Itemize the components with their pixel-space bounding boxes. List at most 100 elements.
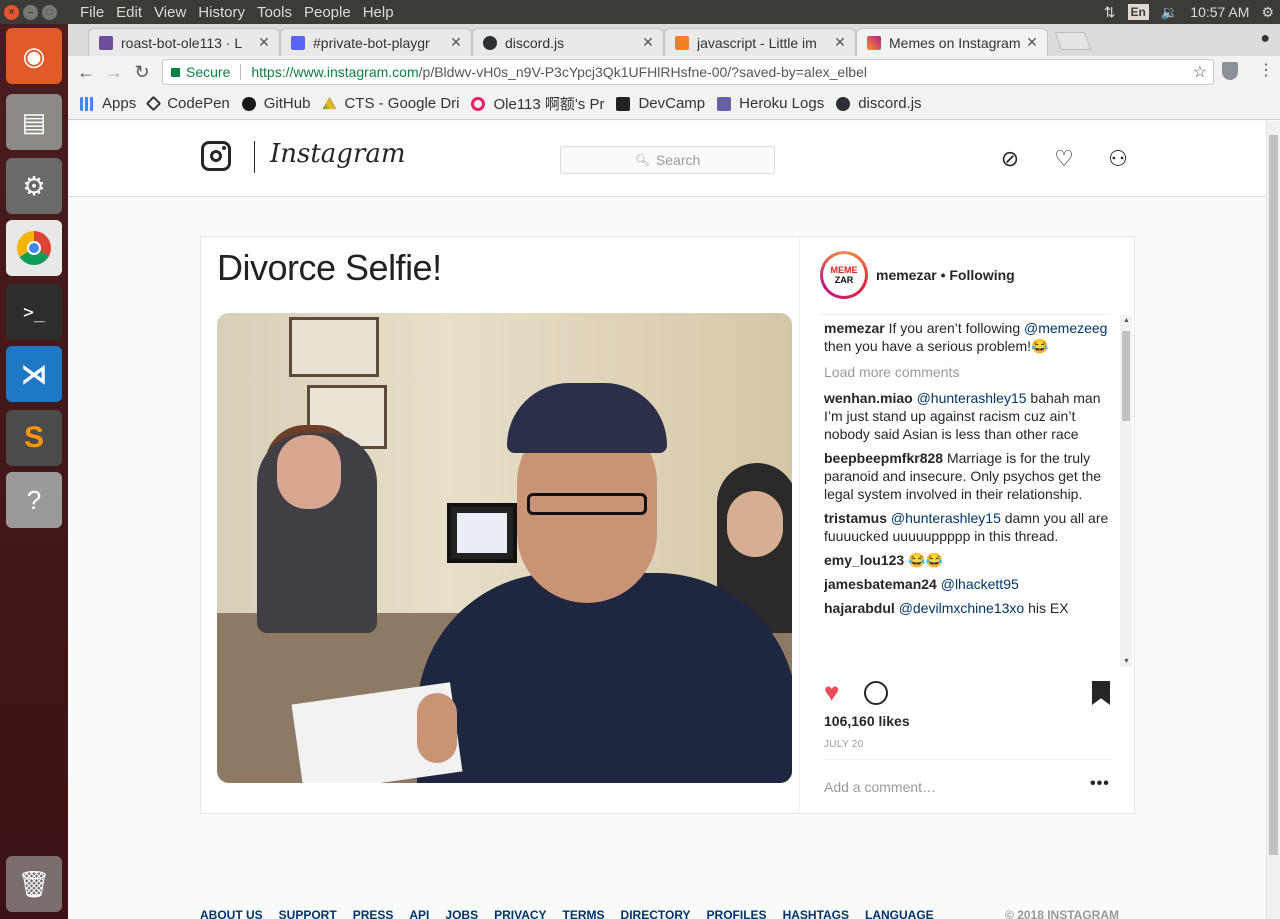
comment-mention[interactable]: @hunterashley15 — [917, 390, 1027, 406]
menu-history[interactable]: History — [192, 4, 251, 21]
clock[interactable]: 10:57 AM — [1190, 4, 1249, 20]
instagram-wordmark[interactable]: Instagram — [270, 139, 406, 169]
bookmark-codepen[interactable]: CodePen — [145, 95, 230, 112]
close-icon[interactable]: ✕ — [641, 34, 655, 51]
close-icon[interactable]: ✕ — [833, 34, 847, 51]
footer-link[interactable]: DIRECTORY — [621, 908, 691, 919]
footer-link[interactable]: JOBS — [445, 908, 478, 919]
scroll-up-arrow-icon[interactable]: ▲ — [1123, 317, 1130, 324]
heart-icon[interactable]: ♡ — [1052, 146, 1076, 171]
like-heart-icon[interactable]: ♥ — [824, 679, 839, 705]
tab-strip: roast-bot-ole113 · L ✕ #private-bot-play… — [68, 24, 1280, 56]
comment-username[interactable]: hajarabdul — [824, 600, 895, 616]
page-scrollbar[interactable] — [1266, 121, 1280, 919]
new-tab-button[interactable] — [1054, 32, 1092, 50]
comment-username[interactable]: tristamus — [824, 510, 887, 526]
bookmark-apps[interactable]: Apps — [80, 95, 136, 112]
terminal-icon[interactable]: >_ — [6, 284, 62, 340]
more-options-icon[interactable]: ••• — [1090, 775, 1110, 793]
bookmark-github[interactable]: GitHub — [241, 95, 310, 112]
load-more-comments-button[interactable]: Load more comments — [824, 363, 1114, 381]
bookmark-heroku-logs[interactable]: Heroku Logs — [717, 95, 824, 112]
comment-mention[interactable]: @devilmxchine13xo — [899, 600, 1025, 616]
sublime-text-icon[interactable]: S — [6, 410, 62, 466]
system-settings-icon[interactable]: ⚙ — [6, 158, 62, 214]
instagram-camera-icon[interactable] — [201, 141, 231, 171]
search-input[interactable]: 🔍︎ Search — [560, 146, 775, 174]
bookmark-google-drive[interactable]: CTS - Google Dri — [322, 95, 459, 112]
footer-link[interactable]: API — [409, 908, 429, 919]
address-bar[interactable]: Secure https://www.instagram.com/p/Bldwv… — [162, 59, 1214, 85]
explore-compass-icon[interactable]: ⊘ — [998, 146, 1022, 171]
comment-username[interactable]: wenhan.miao — [824, 390, 913, 406]
likes-count[interactable]: 106,160 likes — [824, 713, 910, 729]
trash-icon[interactable]: 🗑 — [6, 856, 62, 912]
add-comment-input[interactable]: Add a comment… — [824, 779, 936, 795]
menu-view[interactable]: View — [148, 4, 192, 21]
tab-private-bot-playground[interactable]: #private-bot-playgr ✕ — [280, 28, 472, 56]
footer-link[interactable]: SUPPORT — [279, 908, 337, 919]
comments-scrollbar[interactable]: ▲ ▼ — [1120, 315, 1132, 667]
reload-icon[interactable]: ↻ — [128, 62, 156, 83]
network-icon[interactable]: ⇅ — [1104, 4, 1116, 21]
bookmark-devcamp[interactable]: DevCamp — [616, 95, 705, 112]
comment-mention[interactable]: @lhackett95 — [941, 576, 1019, 592]
tab-stackoverflow[interactable]: javascript - Little im ✕ — [664, 28, 856, 56]
menu-help[interactable]: Help — [357, 4, 400, 21]
bookmark-star-icon[interactable]: ☆ — [1193, 62, 1207, 82]
caption-mention[interactable]: @memezeeg — [1024, 320, 1107, 336]
footer-link[interactable]: PRESS — [353, 908, 394, 919]
comment-username[interactable]: emy_lou123 — [824, 552, 904, 568]
save-bookmark-icon[interactable] — [1092, 681, 1110, 705]
tab-roast-bot[interactable]: roast-bot-ole113 · L ✕ — [88, 28, 280, 56]
vscode-icon[interactable]: ⋊ — [6, 346, 62, 402]
forward-arrow-icon[interactable]: → — [100, 62, 128, 83]
keyboard-layout-indicator[interactable]: En — [1127, 4, 1149, 20]
footer-link[interactable]: TERMS — [563, 908, 605, 919]
chrome-icon[interactable] — [6, 220, 62, 276]
footer-link[interactable]: LANGUAGE — [865, 908, 934, 919]
window-close-button[interactable]: × — [4, 4, 19, 20]
close-icon[interactable]: ✕ — [257, 34, 271, 51]
unknown-app-icon[interactable]: ? — [6, 472, 62, 528]
comment-username[interactable]: beepbeepmfkr828 — [824, 450, 943, 466]
menu-people[interactable]: People — [298, 4, 357, 21]
ubuntu-dash-icon[interactable]: ◉ — [6, 28, 62, 84]
profile-icon[interactable]: ● — [1260, 30, 1270, 48]
scrollbar-thumb[interactable] — [1122, 331, 1130, 421]
menu-edit[interactable]: Edit — [110, 4, 148, 21]
caption-username[interactable]: memezar — [824, 320, 885, 336]
back-arrow-icon[interactable]: ← — [72, 62, 100, 83]
footer-link[interactable]: PROFILES — [707, 908, 767, 919]
scrollbar-thumb[interactable] — [1269, 135, 1278, 855]
avatar[interactable]: MEME ZAR — [820, 251, 868, 299]
apps-grid-icon — [80, 96, 94, 111]
close-icon[interactable]: ✕ — [449, 34, 463, 51]
window-minimize-button[interactable]: – — [23, 4, 38, 20]
comment-mention[interactable]: @hunterashley15 — [891, 510, 1001, 526]
window-maximize-button[interactable]: □ — [42, 4, 57, 20]
gear-icon[interactable]: ⚙ — [1261, 4, 1274, 21]
tab-instagram[interactable]: Memes on Instagram ✕ — [856, 28, 1048, 56]
comment-bubble-icon[interactable] — [864, 681, 888, 705]
profile-icon[interactable]: ⚇ — [1106, 146, 1130, 171]
files-icon[interactable]: ▤ — [6, 94, 62, 150]
extension-shield-icon[interactable] — [1222, 62, 1238, 80]
scroll-down-arrow-icon[interactable]: ▼ — [1123, 658, 1130, 665]
volume-icon[interactable]: 🔉 — [1161, 4, 1178, 21]
menu-tools[interactable]: Tools — [251, 4, 298, 21]
close-icon[interactable]: ✕ — [1025, 34, 1039, 51]
bookmark-ole113[interactable]: Ole113 啊额's Pr — [471, 93, 604, 114]
system-tray: ⇅ En 🔉 10:57 AM ⚙ — [1104, 0, 1274, 24]
security-indicator[interactable]: Secure — [171, 64, 230, 80]
footer-link[interactable]: ABOUT US — [200, 908, 263, 919]
footer-link[interactable]: PRIVACY — [494, 908, 546, 919]
post-author-following[interactable]: memezar • Following — [876, 267, 1015, 283]
post-media[interactable]: Divorce Selfie! — [201, 237, 799, 813]
menu-file[interactable]: File — [74, 4, 110, 21]
tab-discordjs[interactable]: discord.js ✕ — [472, 28, 664, 56]
chrome-menu-icon[interactable]: ⋮ — [1258, 60, 1274, 80]
footer-link[interactable]: HASHTAGS — [783, 908, 849, 919]
comment-username[interactable]: jamesbateman24 — [824, 576, 937, 592]
bookmark-discordjs[interactable]: discord.js — [836, 95, 922, 112]
